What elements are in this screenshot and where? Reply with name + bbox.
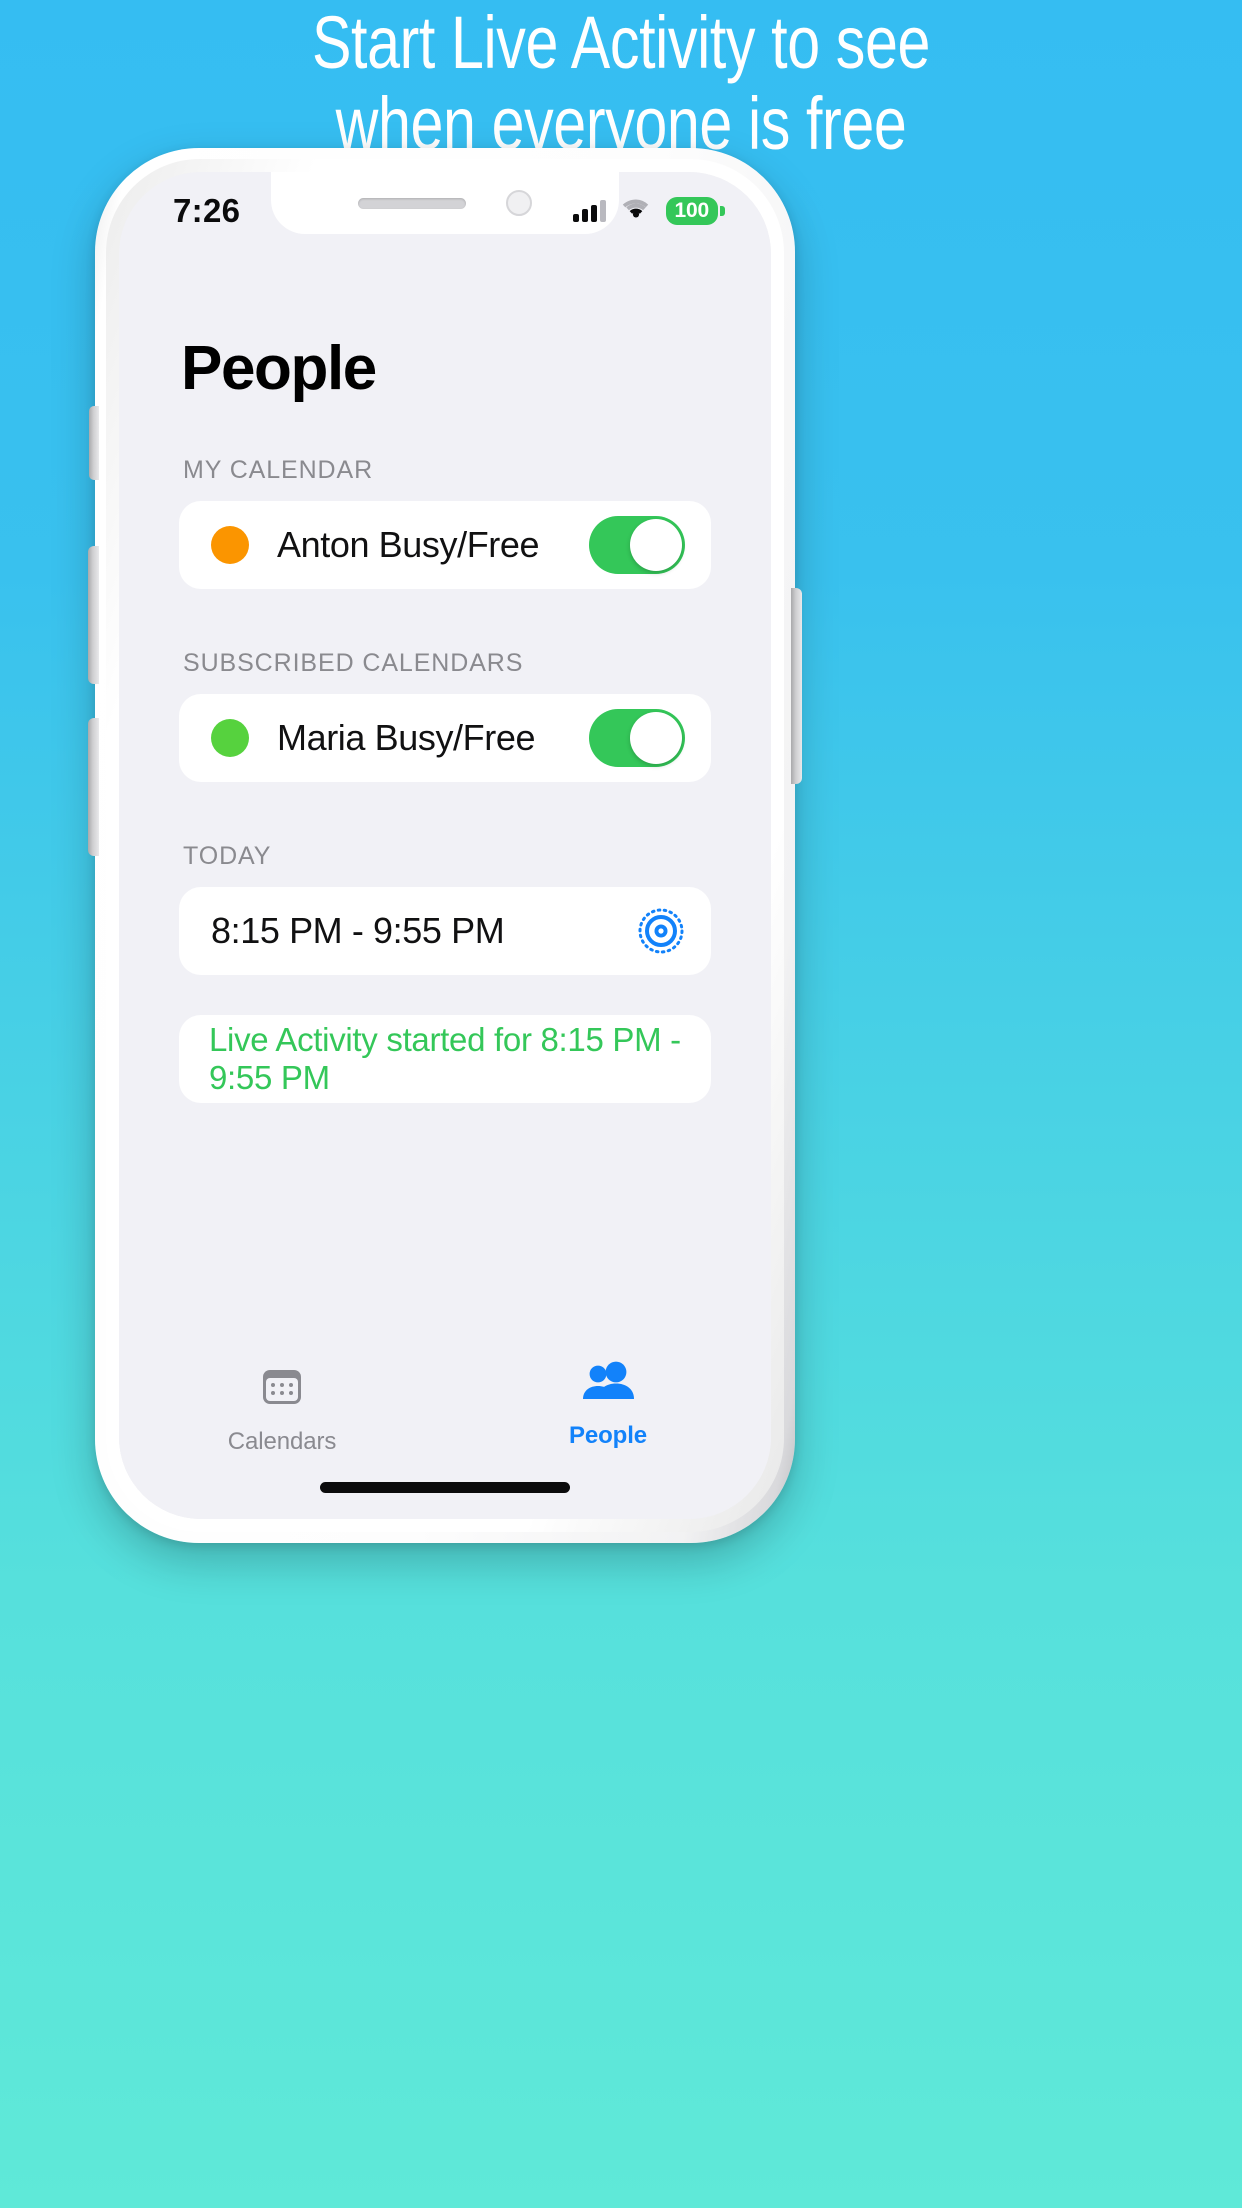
toggle-knob [630, 712, 682, 764]
main-content: People MY CALENDAR Anton Busy/Free SUBSC… [119, 244, 771, 1343]
status-bar: 7:26 100 [119, 172, 771, 244]
tab-calendars[interactable]: Calendars [119, 1361, 445, 1456]
today-timeslot-row[interactable]: 8:15 PM - 9:55 PM [179, 887, 711, 975]
battery-icon: 100 [665, 197, 725, 225]
mute-switch-button[interactable] [89, 406, 99, 480]
promo-headline: Start Live Activity to see when everyone… [311, 1, 931, 165]
status-bar-time: 7:26 [173, 192, 241, 229]
section-header-today: TODAY [183, 842, 272, 870]
calendar-row-label: Maria Busy/Free [277, 717, 536, 758]
calendar-color-dot [211, 719, 249, 757]
timeslot-label: 8:15 PM - 9:55 PM [211, 910, 505, 951]
tab-label-calendars: Calendars [227, 1428, 337, 1455]
promo-screenshot: Start Live Activity to see when everyone… [0, 0, 1242, 2208]
tab-label-people: People [568, 1422, 648, 1449]
wifi-icon [620, 197, 652, 226]
calendar-row-maria[interactable]: Maria Busy/Free [179, 694, 711, 782]
status-bar-icons: 100 [572, 197, 725, 226]
calendar-toggle-anton[interactable] [589, 516, 685, 574]
calendar-icon [256, 1361, 308, 1418]
calendar-toggle-maria[interactable] [589, 709, 685, 767]
live-activity-status-card: Live Activity started for 8:15 PM - 9:55… [179, 1015, 711, 1103]
section-header-my-calendar: MY CALENDAR [183, 456, 374, 484]
app-screen: 7:26 100 People MY CALENDAR Anton Busy/F… [119, 172, 771, 1519]
volume-up-button[interactable] [88, 546, 99, 684]
section-header-subscribed-calendars: SUBSCRIBED CALENDARS [183, 649, 524, 677]
live-activity-target-icon[interactable] [637, 907, 685, 955]
live-activity-status-text: Live Activity started for 8:15 PM - 9:55… [209, 1021, 681, 1096]
battery-cap [720, 206, 725, 216]
tab-people[interactable]: People [445, 1361, 771, 1450]
people-icon [579, 1361, 637, 1412]
home-indicator[interactable] [320, 1482, 570, 1493]
page-title: People [181, 334, 377, 403]
calendar-row-label: Anton Busy/Free [277, 524, 540, 565]
calendar-row-anton[interactable]: Anton Busy/Free [179, 501, 711, 589]
volume-down-button[interactable] [88, 718, 99, 856]
power-button[interactable] [791, 588, 802, 784]
calendar-color-dot [211, 526, 249, 564]
toggle-knob [630, 519, 682, 571]
cellular-signal-icon [572, 200, 606, 222]
battery-level-text: 100 [665, 197, 718, 225]
phone-mockup: 7:26 100 People MY CALENDAR Anton Busy/F… [88, 148, 802, 1543]
phone-bezel: 7:26 100 People MY CALENDAR Anton Busy/F… [119, 172, 771, 1519]
